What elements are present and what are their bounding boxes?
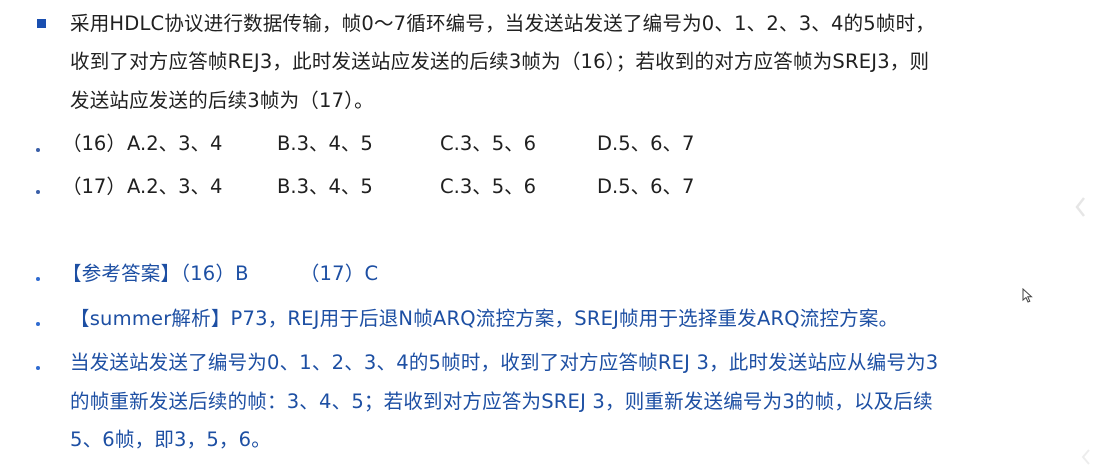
reference-answer: 【参考答案】（16）B （17）C (62, 262, 379, 285)
question-line-1: 采用HDLC协议进行数据传输，帧0～7循环编号，当发送站发送了编号为0、1、2、… (70, 12, 936, 35)
option-d: D.5、6、7 (597, 132, 695, 155)
square-bullet-icon (37, 19, 46, 28)
dot-bullet-icon (36, 366, 40, 370)
analysis-line-3: 5、6帧，即3，5，6。 (70, 428, 271, 451)
analysis-line-2: 的帧重新发送后续的帧：3、4、5；若收到对方应答为SREJ 3，则重新发送编号为… (70, 390, 933, 413)
analysis-title: 【summer解析】P73，REJ用于后退N帧ARQ流控方案，SREJ帧用于选择… (70, 307, 899, 330)
option-a: A.2、3、4 (127, 132, 223, 155)
option-label: （16） (62, 132, 126, 155)
mouse-cursor-icon (1022, 288, 1033, 303)
option-a: A.2、3、4 (127, 175, 223, 198)
chevron-left-icon (1081, 449, 1090, 465)
dot-bullet-icon (36, 322, 40, 326)
dot-bullet-icon (36, 148, 40, 152)
option-c: C.3、5、6 (440, 132, 537, 155)
dot-bullet-icon (36, 190, 40, 194)
dot-bullet-icon (36, 277, 40, 281)
option-label: （17） (62, 175, 126, 198)
slide: 采用HDLC协议进行数据传输，帧0～7循环编号，当发送站发送了编号为0、1、2、… (0, 0, 1093, 473)
option-c: C.3、5、6 (440, 175, 537, 198)
question-line-3: 发送站应发送的后续3帧为（17）。 (70, 89, 374, 112)
option-d: D.5、6、7 (597, 175, 695, 198)
chevron-left-icon[interactable] (1074, 196, 1088, 218)
option-b: B.3、4、5 (277, 175, 373, 198)
option-b: B.3、4、5 (277, 132, 373, 155)
question-line-2: 收到了对方应答帧REJ3，此时发送站应发送的后续3帧为（16）；若收到的对方应答… (70, 50, 930, 73)
analysis-line-1: 当发送站发送了编号为0、1、2、3、4的5帧时，收到了对方应答帧REJ 3，此时… (70, 351, 939, 374)
